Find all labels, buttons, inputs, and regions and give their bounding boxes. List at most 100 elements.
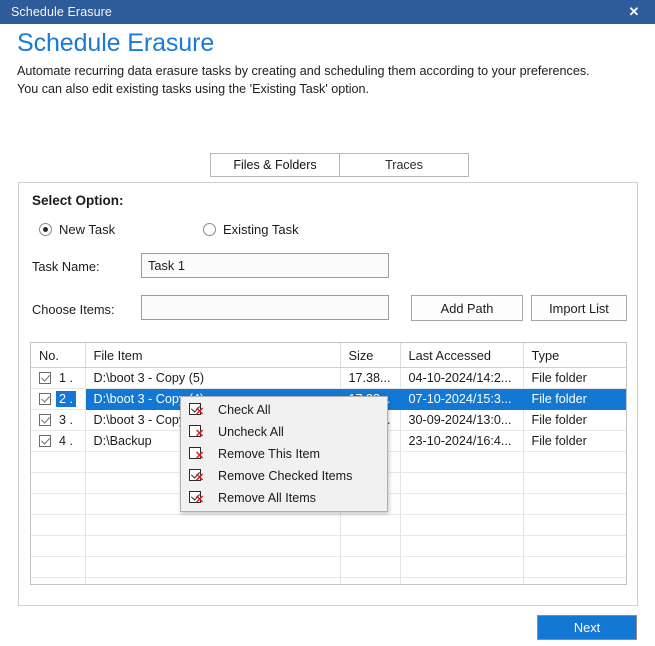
empty-cell	[523, 535, 626, 557]
radio-new-task-indicator	[39, 223, 52, 236]
row-type-cell: File folder	[523, 367, 626, 389]
column-header-last-accessed[interactable]: Last Accessed	[400, 343, 524, 368]
radio-new-task-label: New Task	[59, 222, 116, 237]
window-titlebar: Schedule Erasure ✕	[0, 0, 655, 24]
context-menu-item[interactable]: ✕ Remove All Items	[181, 487, 387, 509]
row-number-label: 2 .	[56, 391, 77, 407]
task-name-input[interactable]	[141, 253, 389, 278]
table-row-empty[interactable]	[31, 514, 626, 536]
radio-new-task[interactable]: New Task	[39, 222, 115, 237]
tab-bar: Files & Folders Traces	[210, 153, 469, 177]
close-icon[interactable]: ✕	[613, 0, 655, 24]
empty-cell	[523, 556, 626, 578]
page-subtitle-line-1: Automate recurring data erasure tasks by…	[17, 64, 590, 78]
row-last-accessed-cell: 23-10-2024/16:4...	[400, 430, 524, 452]
row-type-cell: File folder	[523, 430, 626, 452]
row-type-cell: File folder	[523, 409, 626, 431]
checkbox-empty-delete-icon: ✕	[189, 424, 206, 440]
empty-cell	[400, 535, 524, 557]
row-file-item-cell: D:\boot 3 - Copy (5)	[85, 367, 341, 389]
empty-cell	[31, 535, 86, 557]
select-option-label: Select Option:	[32, 193, 124, 208]
row-number-cell: 3 .	[31, 409, 86, 431]
radio-existing-task-indicator	[203, 223, 216, 236]
import-list-button[interactable]: Import List	[531, 295, 627, 321]
next-button[interactable]: Next	[537, 615, 637, 640]
row-checkbox[interactable]	[39, 393, 51, 405]
add-path-button[interactable]: Add Path	[411, 295, 523, 321]
empty-cell	[340, 556, 401, 578]
context-menu-item[interactable]: ✕ Remove This Item	[181, 443, 387, 465]
row-checkbox[interactable]	[39, 414, 51, 426]
row-last-accessed-cell: 07-10-2024/15:3...	[400, 388, 524, 410]
row-number-label: 1 .	[59, 371, 74, 385]
empty-cell	[523, 451, 626, 473]
row-number-cell: 2 .	[31, 388, 86, 410]
table-row[interactable]: 1 . D:\boot 3 - Copy (5) 17.38... 04-10-202…	[31, 367, 626, 389]
empty-cell	[400, 472, 524, 494]
checkbox-empty-delete-icon: ✕	[189, 446, 206, 462]
row-number-cell: 1 .	[31, 367, 86, 389]
empty-cell	[340, 514, 401, 536]
context-menu-item-label: Remove This Item	[218, 447, 320, 461]
row-number-cell: 4 .	[31, 430, 86, 452]
empty-cell	[523, 493, 626, 515]
row-last-accessed-cell: 04-10-2024/14:2...	[400, 367, 524, 389]
choose-items-input[interactable]	[141, 295, 389, 320]
empty-cell	[523, 577, 626, 584]
row-type-cell: File folder	[523, 388, 626, 410]
radio-existing-task[interactable]: Existing Task	[203, 222, 299, 237]
empty-cell	[31, 493, 86, 515]
empty-cell	[85, 577, 341, 584]
row-last-accessed-cell: 30-09-2024/13:0...	[400, 409, 524, 431]
empty-cell	[85, 514, 341, 536]
column-header-file-item[interactable]: File Item	[85, 343, 341, 368]
row-checkbox[interactable]	[39, 435, 51, 447]
window-title: Schedule Erasure	[11, 5, 112, 19]
tab-traces[interactable]: Traces	[339, 154, 468, 176]
row-size-cell: 17.38...	[340, 367, 401, 389]
table-row-empty[interactable]	[31, 535, 626, 557]
empty-cell	[400, 577, 524, 584]
context-menu-item-label: Remove Checked Items	[218, 469, 353, 483]
choose-items-label: Choose Items:	[32, 302, 115, 317]
empty-cell	[400, 514, 524, 536]
empty-cell	[31, 451, 86, 473]
empty-cell	[523, 472, 626, 494]
context-menu-item[interactable]: ✕ Check All	[181, 399, 387, 421]
checkbox-checked-delete-icon: ✕	[189, 490, 206, 506]
table-header-row: No. File Item Size Last Accessed Type	[31, 343, 626, 368]
empty-cell	[400, 493, 524, 515]
empty-cell	[31, 472, 86, 494]
empty-cell	[340, 535, 401, 557]
context-menu-item[interactable]: ✕ Uncheck All	[181, 421, 387, 443]
context-menu-item[interactable]: ✕ Remove Checked Items	[181, 465, 387, 487]
row-number-label: 3 .	[59, 413, 74, 427]
column-header-no[interactable]: No.	[31, 343, 86, 368]
page-title: Schedule Erasure	[17, 29, 215, 57]
empty-cell	[523, 514, 626, 536]
empty-cell	[31, 556, 86, 578]
checkbox-checked-delete-icon: ✕	[189, 402, 206, 418]
column-header-type[interactable]: Type	[523, 343, 626, 368]
table-row-empty[interactable]	[31, 556, 626, 578]
context-menu: ✕ Check All ✕ Uncheck All ✕ Remove This Item ✕…	[180, 396, 388, 512]
radio-existing-task-label: Existing Task	[223, 222, 299, 237]
context-menu-item-label: Check All	[218, 403, 271, 417]
context-menu-item-label: Remove All Items	[218, 491, 316, 505]
tab-files-and-folders[interactable]: Files & Folders	[211, 154, 339, 176]
context-menu-item-label: Uncheck All	[218, 425, 284, 439]
select-option-panel: Select Option: New Task Existing Task Ta…	[18, 182, 638, 606]
page-subtitle-line-2: You can also edit existing tasks using t…	[17, 82, 370, 96]
empty-cell	[400, 556, 524, 578]
row-number-label: 4 .	[59, 434, 74, 448]
empty-cell	[31, 514, 86, 536]
empty-cell	[31, 577, 86, 584]
column-header-size[interactable]: Size	[340, 343, 401, 368]
empty-cell	[400, 451, 524, 473]
row-checkbox[interactable]	[39, 372, 51, 384]
task-name-label: Task Name:	[32, 259, 100, 274]
table-row-empty[interactable]	[31, 577, 626, 584]
empty-cell	[340, 577, 401, 584]
empty-cell	[85, 535, 341, 557]
